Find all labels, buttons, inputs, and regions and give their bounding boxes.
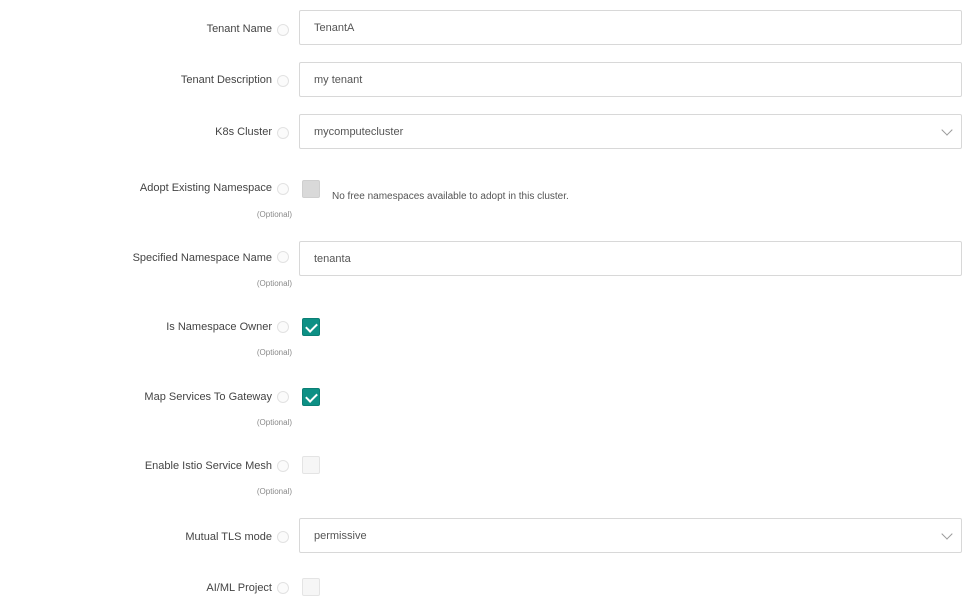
aiml-project-checkbox[interactable] <box>302 578 320 596</box>
istio-mesh-label: Enable Istio Service Mesh <box>144 460 272 472</box>
adopt-namespace-label: Adopt Existing Namespace <box>139 182 272 194</box>
namespace-owner-label: Is Namespace Owner <box>166 321 272 333</box>
help-icon[interactable] <box>277 582 289 594</box>
aiml-project-label: AI/ML Project <box>206 582 272 594</box>
namespace-name-label: Specified Namespace Name <box>132 252 272 264</box>
help-icon[interactable] <box>277 24 289 36</box>
k8s-cluster-select[interactable]: mycomputecluster <box>299 114 962 149</box>
namespace-name-input[interactable]: tenanta <box>299 241 962 276</box>
help-icon[interactable] <box>277 321 289 333</box>
help-icon[interactable] <box>277 460 289 472</box>
tenant-name-input[interactable]: TenantA <box>299 10 962 45</box>
optional-label: (Optional) <box>256 418 292 427</box>
tenant-description-label: Tenant Description <box>180 74 272 86</box>
mtls-mode-value: permissive <box>314 529 367 542</box>
tenant-description-value: my tenant <box>314 73 363 86</box>
adopt-namespace-checkbox <box>302 180 320 198</box>
map-services-checkbox[interactable] <box>302 388 320 406</box>
help-icon[interactable] <box>277 183 289 195</box>
optional-label: (Optional) <box>256 487 292 496</box>
tenant-name-label: Tenant Name <box>206 23 272 35</box>
tenant-description-input[interactable]: my tenant <box>299 62 962 97</box>
optional-label: (Optional) <box>256 348 292 357</box>
help-icon[interactable] <box>277 391 289 403</box>
help-icon[interactable] <box>277 251 289 263</box>
namespace-owner-checkbox[interactable] <box>302 318 320 336</box>
optional-label: (Optional) <box>256 279 292 288</box>
mtls-mode-label: Mutual TLS mode <box>185 531 272 543</box>
istio-mesh-checkbox[interactable] <box>302 456 320 474</box>
adopt-namespace-note: No free namespaces available to adopt in… <box>332 191 569 202</box>
help-icon[interactable] <box>277 531 289 543</box>
map-services-label: Map Services To Gateway <box>144 391 272 403</box>
namespace-name-value: tenanta <box>314 252 351 265</box>
help-icon[interactable] <box>277 127 289 139</box>
mtls-mode-select[interactable]: permissive <box>299 518 962 553</box>
chevron-down-icon <box>941 124 953 136</box>
k8s-cluster-label: K8s Cluster <box>215 126 272 138</box>
tenant-name-value: TenantA <box>314 21 355 34</box>
chevron-down-icon <box>941 528 953 540</box>
optional-label: (Optional) <box>256 210 292 219</box>
k8s-cluster-value: mycomputecluster <box>314 125 404 138</box>
help-icon[interactable] <box>277 75 289 87</box>
